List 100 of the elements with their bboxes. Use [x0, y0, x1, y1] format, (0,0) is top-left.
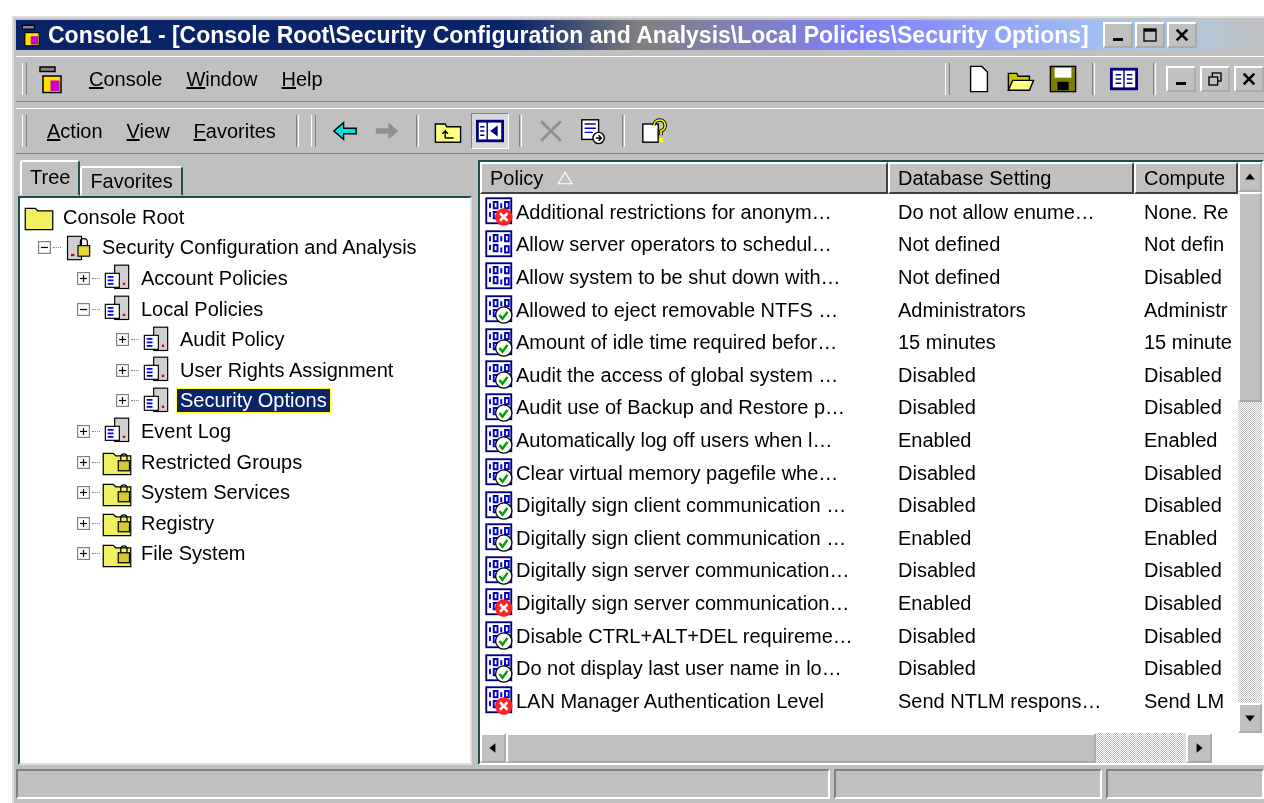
menu-item[interactable]: View — [116, 117, 180, 145]
policy-name: LAN Manager Authentication Level — [516, 689, 824, 713]
menu-item[interactable]: Action — [37, 117, 113, 145]
computer-setting: Enabled — [1144, 428, 1218, 452]
expander[interactable] — [116, 333, 129, 347]
computer-setting: Disabled — [1144, 624, 1222, 648]
tree-item[interactable]: Local Policies — [138, 297, 267, 321]
column-header[interactable]: Compute — [1134, 162, 1238, 194]
policy-name: Allowed to eject removable NTFS … — [516, 298, 839, 322]
tree-item[interactable]: User Rights Assignment — [177, 358, 397, 382]
policy-name: Audit use of Backup and Restore p… — [516, 396, 846, 420]
computer-setting: Disabled — [1144, 559, 1222, 583]
tab[interactable]: Tree — [20, 160, 81, 196]
minimize-icon — [1112, 38, 1123, 41]
computer-setting: Disabled — [1144, 363, 1222, 387]
database-setting: Disabled — [898, 559, 976, 583]
policy-name: Digitally sign client communication … — [516, 494, 847, 518]
database-setting: 15 minutes — [898, 331, 996, 355]
policy-name: Allow server operators to schedul… — [516, 233, 832, 257]
database-setting: Do not allow enume… — [898, 200, 1095, 224]
expander[interactable] — [77, 424, 90, 438]
expander[interactable] — [77, 272, 90, 285]
scrollbar-thumb[interactable] — [1238, 192, 1262, 402]
tree-item[interactable]: Security Configuration and Analysis — [99, 236, 420, 260]
scroll-up-button[interactable] — [1238, 162, 1262, 192]
scroll-left-button[interactable] — [480, 733, 506, 763]
database-setting: Enabled — [898, 526, 972, 550]
database-setting: Administrators — [898, 298, 1026, 322]
menu-item[interactable]: Console — [79, 65, 173, 93]
database-setting: Disabled — [898, 657, 976, 681]
scroll-right-button[interactable] — [1186, 733, 1212, 763]
tree-item[interactable]: Event Log — [138, 419, 235, 443]
computer-setting: Administr — [1144, 298, 1228, 322]
show-tree-icon[interactable] — [470, 113, 509, 149]
database-setting: Not defined — [898, 233, 1001, 257]
close-icon — [1241, 71, 1257, 87]
window-title: Console1 - [Console Root\Security Configuration and Analysis\Local Policies\Security Options] — [48, 21, 1089, 49]
computer-setting: Disabled — [1144, 396, 1222, 420]
expander[interactable] — [77, 547, 90, 561]
database-setting: Disabled — [898, 363, 976, 387]
close-button[interactable] — [1234, 66, 1264, 92]
expander[interactable] — [77, 486, 90, 500]
computer-setting: Disabled — [1144, 494, 1222, 518]
database-setting: Disabled — [898, 396, 976, 420]
database-setting: Disabled — [898, 461, 976, 485]
database-setting: Disabled — [898, 494, 976, 518]
menu-item[interactable]: Help — [271, 65, 333, 93]
computer-setting: Enabled — [1144, 526, 1218, 550]
policy-name: Clear virtual memory pagefile whe… — [516, 461, 839, 485]
database-setting: Enabled — [898, 428, 972, 452]
database-setting: Disabled — [898, 624, 976, 648]
tree-item[interactable]: Console Root — [60, 205, 188, 229]
maximize-icon — [1141, 27, 1158, 43]
policy-name: Digitally sign client communication … — [516, 526, 847, 550]
database-setting: Enabled — [898, 591, 972, 615]
computer-setting: Disabled — [1144, 266, 1222, 289]
column-header[interactable]: Policy — [480, 162, 888, 194]
database-setting: Send NTLM respons… — [898, 689, 1102, 713]
tree-item[interactable]: File System — [138, 542, 249, 566]
minimize-button[interactable] — [1102, 22, 1133, 48]
expander[interactable] — [77, 455, 90, 469]
tree-item[interactable]: Restricted Groups — [138, 450, 306, 474]
close-icon — [1173, 27, 1190, 43]
menu-item[interactable]: Favorites — [183, 117, 286, 145]
expander[interactable] — [116, 394, 129, 408]
computer-setting: Disabled — [1144, 591, 1222, 615]
policy-name: Amount of idle time required befor… — [516, 331, 838, 355]
computer-setting: None. Re — [1144, 200, 1229, 224]
close-button[interactable] — [1166, 22, 1197, 48]
computer-policy-icon — [141, 386, 171, 415]
tree-item[interactable]: Audit Policy — [177, 328, 288, 352]
column-header[interactable]: Database Setting — [888, 162, 1134, 194]
computer-setting: Disabled — [1144, 461, 1222, 485]
scrollbar-thumb[interactable] — [506, 733, 1096, 763]
policy-name: Disable CTRL+ALT+DEL requireme… — [516, 624, 853, 648]
tree-item[interactable]: Security Options — [177, 389, 330, 413]
expander[interactable] — [77, 516, 90, 530]
expander[interactable] — [38, 241, 51, 255]
policy-name: Additional restrictions for anonym… — [516, 200, 832, 224]
minimize-icon — [1176, 82, 1186, 85]
computer-policy-icon — [141, 325, 171, 354]
menu-item[interactable]: Window — [176, 65, 268, 93]
computer-setting: Not defin — [1144, 233, 1225, 257]
expander[interactable] — [77, 302, 90, 316]
tree-item[interactable]: System Services — [138, 481, 293, 505]
policy-name: Allow system to be shut down with… — [516, 266, 841, 289]
policy-name: Digitally sign server communication… — [516, 591, 850, 615]
tree-item[interactable]: Account Policies — [138, 267, 291, 290]
policy-name: Do not display last user name in lo… — [516, 657, 842, 681]
tree-item[interactable]: Registry — [138, 511, 218, 535]
policy-name: Audit the access of global system … — [516, 363, 839, 387]
restore-icon — [1207, 71, 1223, 87]
computer-setting: 15 minute — [1144, 331, 1232, 355]
computer-setting: Disabled — [1144, 657, 1222, 681]
expander[interactable] — [116, 363, 129, 377]
minimize-button[interactable] — [1166, 66, 1196, 92]
policy-name: Digitally sign server communication… — [516, 559, 850, 583]
restore-button[interactable] — [1200, 66, 1230, 92]
scroll-down-button[interactable] — [1238, 703, 1262, 733]
maximize-button[interactable] — [1134, 22, 1165, 48]
